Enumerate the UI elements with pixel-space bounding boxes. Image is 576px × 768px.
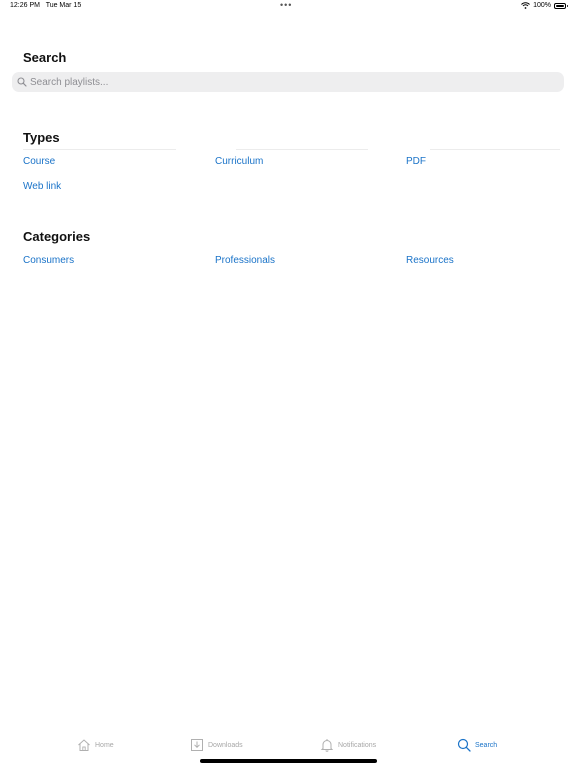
search-field[interactable] bbox=[12, 72, 564, 92]
download-icon bbox=[191, 739, 203, 751]
categories-title: Categories bbox=[23, 229, 91, 244]
type-course[interactable]: Course bbox=[23, 156, 55, 167]
search-input[interactable] bbox=[30, 76, 530, 88]
category-consumers[interactable]: Consumers bbox=[23, 255, 74, 266]
types-divider bbox=[236, 149, 368, 150]
tab-notifications[interactable]: Notifications bbox=[320, 736, 376, 754]
status-time: 12:26 PM Tue Mar 15 bbox=[10, 2, 81, 9]
type-pdf[interactable]: PDF bbox=[406, 156, 426, 167]
category-professionals[interactable]: Professionals bbox=[215, 255, 275, 266]
search-icon bbox=[17, 77, 27, 87]
home-icon bbox=[78, 739, 90, 751]
search-icon bbox=[457, 738, 471, 752]
tab-downloads-label: Downloads bbox=[208, 741, 243, 749]
category-resources[interactable]: Resources bbox=[406, 255, 454, 266]
bell-icon bbox=[320, 739, 334, 752]
tab-home[interactable]: Home bbox=[77, 736, 114, 754]
multitasking-dots-icon[interactable]: ••• bbox=[280, 0, 292, 10]
battery-percent: 100% bbox=[533, 2, 551, 9]
status-date: Tue Mar 15 bbox=[45, 2, 82, 9]
status-clock: 12:26 PM bbox=[10, 2, 40, 9]
type-curriculum[interactable]: Curriculum bbox=[215, 156, 263, 167]
home-indicator[interactable] bbox=[200, 759, 377, 763]
tab-notifications-label: Notifications bbox=[338, 741, 377, 749]
search-title: Search bbox=[23, 50, 67, 65]
battery-icon bbox=[554, 2, 568, 9]
wifi-icon bbox=[521, 2, 530, 9]
status-indicators: 100% bbox=[521, 2, 568, 9]
tab-downloads[interactable]: Downloads bbox=[190, 736, 243, 754]
tab-home-label: Home bbox=[95, 741, 114, 749]
types-divider bbox=[430, 149, 560, 150]
tab-search-label: Search bbox=[475, 741, 498, 749]
status-bar: 12:26 PM Tue Mar 15 ••• 100% bbox=[0, 0, 576, 16]
types-title: Types bbox=[23, 130, 60, 145]
type-web-link[interactable]: Web link bbox=[23, 181, 61, 192]
tab-search[interactable]: Search bbox=[457, 736, 497, 754]
types-divider bbox=[23, 149, 176, 150]
